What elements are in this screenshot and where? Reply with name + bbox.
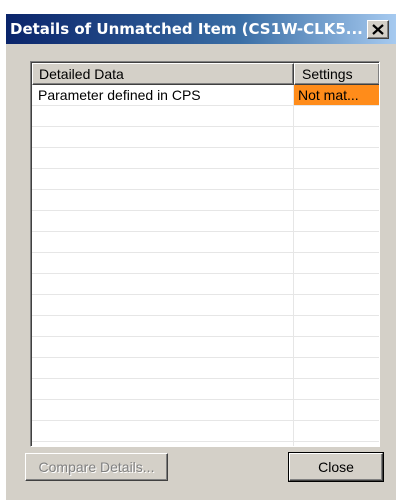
- cell-detailed-data: [32, 337, 294, 357]
- cell-detailed-data: [32, 169, 294, 189]
- list-viewport: Detailed Data Settings Parameter defined…: [31, 62, 379, 446]
- cell-detailed-data: [32, 211, 294, 231]
- cell-detailed-data: [32, 400, 294, 420]
- list-rows: Parameter defined in CPS Not mat...: [32, 85, 379, 446]
- table-row[interactable]: [32, 316, 379, 337]
- cell-detailed-data: [32, 106, 294, 126]
- cell-settings: [294, 316, 379, 336]
- details-dialog: Details of Unmatched Item (CS1W-CLK5... …: [6, 14, 396, 500]
- table-row[interactable]: Parameter defined in CPS Not mat...: [32, 85, 379, 106]
- cell-settings: [294, 232, 379, 252]
- cell-settings: [294, 400, 379, 420]
- cell-detailed-data: [32, 295, 294, 315]
- cell-settings: Not mat...: [294, 85, 379, 105]
- cell-detailed-data: [32, 316, 294, 336]
- table-row[interactable]: [32, 106, 379, 127]
- table-row[interactable]: [32, 295, 379, 316]
- cell-settings: [294, 169, 379, 189]
- cell-settings: [294, 337, 379, 357]
- cell-settings: [294, 379, 379, 399]
- table-row[interactable]: [32, 169, 379, 190]
- table-row[interactable]: [32, 358, 379, 379]
- dialog-title: Details of Unmatched Item (CS1W-CLK5...: [10, 20, 362, 38]
- cell-detailed-data: [32, 379, 294, 399]
- cell-detailed-data: [32, 253, 294, 273]
- column-header-detailed-data[interactable]: Detailed Data: [32, 63, 294, 85]
- detail-list-view[interactable]: Detailed Data Settings Parameter defined…: [30, 61, 380, 447]
- cell-settings: [294, 148, 379, 168]
- cell-settings: [294, 421, 379, 441]
- cell-detailed-data: [32, 421, 294, 441]
- cell-settings: [294, 358, 379, 378]
- cell-detailed-data: [32, 358, 294, 378]
- table-row[interactable]: [32, 148, 379, 169]
- title-bar[interactable]: Details of Unmatched Item (CS1W-CLK5...: [6, 14, 396, 44]
- cell-settings: [294, 106, 379, 126]
- table-row[interactable]: [32, 127, 379, 148]
- cell-detailed-data: [32, 127, 294, 147]
- table-row[interactable]: [32, 211, 379, 232]
- cell-detailed-data: [32, 148, 294, 168]
- table-row[interactable]: [32, 379, 379, 400]
- close-icon: [372, 24, 384, 35]
- cell-settings: [294, 274, 379, 294]
- table-row[interactable]: [32, 337, 379, 358]
- cell-settings: [294, 442, 379, 446]
- table-row[interactable]: [32, 400, 379, 421]
- cell-detailed-data: [32, 274, 294, 294]
- column-header-settings[interactable]: Settings: [294, 63, 379, 85]
- table-row[interactable]: [32, 190, 379, 211]
- cell-settings: [294, 127, 379, 147]
- cell-detailed-data: [32, 190, 294, 210]
- cell-settings: [294, 211, 379, 231]
- table-row[interactable]: [32, 442, 379, 446]
- cell-detailed-data: [32, 232, 294, 252]
- title-close-button[interactable]: [367, 20, 389, 39]
- close-button[interactable]: Close: [288, 452, 384, 482]
- table-row[interactable]: [32, 274, 379, 295]
- close-button-label: Close: [289, 453, 383, 481]
- background-window-strip: [0, 0, 396, 14]
- cell-settings: [294, 253, 379, 273]
- table-row[interactable]: [32, 421, 379, 442]
- cell-detailed-data: [32, 442, 294, 446]
- table-row[interactable]: [32, 232, 379, 253]
- table-row[interactable]: [32, 253, 379, 274]
- cell-detailed-data: Parameter defined in CPS: [32, 85, 294, 105]
- cell-settings: [294, 295, 379, 315]
- cell-settings: [294, 190, 379, 210]
- list-header: Detailed Data Settings: [32, 63, 379, 85]
- compare-details-button[interactable]: Compare Details...: [25, 453, 168, 481]
